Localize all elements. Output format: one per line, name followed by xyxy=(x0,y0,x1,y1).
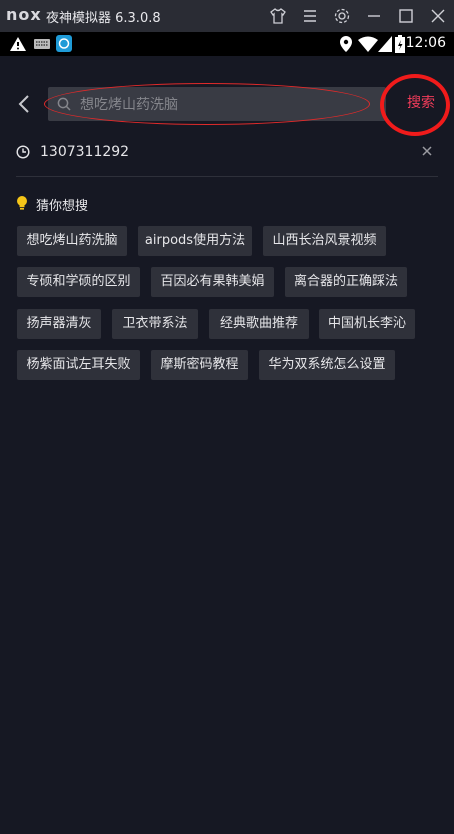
history-item-text: 1307311292 xyxy=(40,144,130,160)
suggestion-chip[interactable]: airpods使用方法 xyxy=(138,226,252,256)
android-status-bar: 12:06 xyxy=(0,32,454,56)
suggestion-chip[interactable]: 扬声器清灰 xyxy=(17,309,101,339)
suggestion-chip[interactable]: 中国机长李沁 xyxy=(319,309,415,339)
suggestion-chip[interactable]: 离合器的正确踩法 xyxy=(285,267,407,297)
menu-icon[interactable] xyxy=(298,4,322,28)
app-icon xyxy=(56,35,72,52)
search-input-annotation xyxy=(44,83,370,125)
minimize-icon[interactable] xyxy=(362,4,386,28)
status-time: 12:06 xyxy=(405,35,446,51)
suggestion-chip[interactable]: 摩斯密码教程 xyxy=(151,350,248,380)
lightbulb-icon xyxy=(17,196,27,210)
chevron-left-icon xyxy=(18,95,29,113)
battery-icon xyxy=(395,35,405,53)
gear-icon[interactable] xyxy=(330,4,354,28)
location-icon xyxy=(340,36,352,52)
suggestion-chip[interactable]: 杨紫面试左耳失败 xyxy=(17,350,140,380)
close-icon[interactable] xyxy=(426,4,450,28)
keyboard-icon xyxy=(34,39,50,49)
history-delete-button[interactable] xyxy=(418,142,436,160)
emulator-title: 夜神模拟器 6.3.0.8 xyxy=(46,11,161,26)
warning-icon xyxy=(10,37,26,51)
history-item[interactable]: 1307311292 xyxy=(16,140,438,166)
clock-icon xyxy=(16,145,30,159)
suggestion-chip[interactable]: 专硕和学硕的区别 xyxy=(17,267,140,297)
suggestion-chip[interactable]: 想吃烤山药洗脑 xyxy=(17,226,127,256)
divider xyxy=(16,176,438,177)
suggestion-chip[interactable]: 山西长治风景视频 xyxy=(263,226,386,256)
suggestions-title: 猜你想搜 xyxy=(36,199,89,214)
nox-logo: nox xyxy=(6,5,42,24)
signal-icon xyxy=(378,36,392,52)
close-icon xyxy=(422,146,432,156)
suggestion-chip[interactable]: 华为双系统怎么设置 xyxy=(259,350,395,380)
shirt-icon[interactable] xyxy=(266,4,290,28)
maximize-icon[interactable] xyxy=(394,4,418,28)
suggestion-chip[interactable]: 卫衣带系法 xyxy=(112,309,198,339)
suggestion-chip[interactable]: 百因必有果韩美娟 xyxy=(151,267,274,297)
suggestion-chip[interactable]: 经典歌曲推荐 xyxy=(209,309,309,339)
search-button-annotation xyxy=(380,74,450,136)
emulator-titlebar: nox 夜神模拟器 6.3.0.8 xyxy=(0,0,454,32)
wifi-icon xyxy=(358,36,378,52)
back-button[interactable] xyxy=(14,92,36,116)
